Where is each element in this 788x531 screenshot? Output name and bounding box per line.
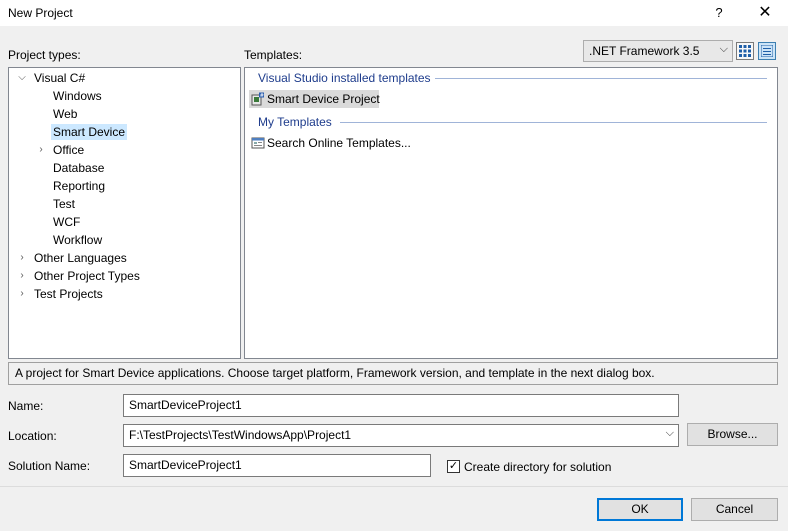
close-button[interactable]: ✕: [752, 1, 778, 25]
cancel-button[interactable]: Cancel: [691, 498, 778, 521]
chevron-down-icon[interactable]: ⌵: [666, 427, 674, 440]
small-icons-view-button[interactable]: [758, 42, 776, 60]
framework-select[interactable]: .NET Framework 3.5 ⌵: [583, 40, 733, 62]
tree-item-workflow[interactable]: Workflow: [53, 232, 102, 248]
large-icons-icon: [739, 45, 751, 57]
create-directory-checkbox[interactable]: ✓: [447, 460, 460, 473]
project-types-label: Project types:: [8, 48, 81, 62]
smart-device-project-icon: #: [251, 92, 264, 106]
window-title: New Project: [8, 6, 73, 20]
tree-item-test-projects[interactable]: Test Projects: [34, 286, 103, 302]
tree-item-office[interactable]: Office: [53, 142, 84, 158]
group-divider: [340, 122, 767, 123]
tree-item-windows[interactable]: Windows: [53, 88, 102, 104]
list-view-icon: [761, 45, 773, 57]
tree-item-smart-device[interactable]: Smart Device: [51, 124, 128, 140]
tree-item-other-project-types[interactable]: Other Project Types: [34, 268, 140, 284]
group-heading-my-templates: My Templates: [258, 115, 332, 129]
svg-text:#: #: [260, 93, 264, 99]
chevron-right-icon[interactable]: ›: [36, 142, 46, 158]
chevron-right-icon[interactable]: ›: [17, 250, 27, 266]
large-icons-view-button[interactable]: [736, 42, 754, 60]
ok-button[interactable]: OK: [597, 498, 683, 521]
location-value: F:\TestProjects\TestWindowsApp\Project1: [129, 428, 352, 442]
chevron-down-icon: ⌵: [719, 43, 728, 55]
solution-name-input[interactable]: SmartDeviceProject1: [123, 454, 431, 477]
tree-item-visual-c[interactable]: Visual C#: [34, 70, 85, 86]
group-heading-installed: Visual Studio installed templates: [258, 71, 431, 85]
location-label: Location:: [8, 429, 57, 443]
template-item-label: Search Online Templates...: [267, 136, 411, 150]
template-description: A project for Smart Device applications.…: [8, 362, 778, 385]
name-label: Name:: [8, 399, 44, 413]
solution-name-label: Solution Name:: [8, 459, 91, 473]
title-bar: New Project ? ✕: [0, 0, 788, 26]
template-item-label: Smart Device Project: [267, 92, 380, 106]
framework-select-value: .NET Framework 3.5: [589, 44, 700, 58]
template-item-search-online[interactable]: Search Online Templates...: [249, 134, 419, 152]
help-button[interactable]: ?: [708, 2, 730, 24]
templates-list[interactable]: Visual Studio installed templates # Smar…: [244, 67, 778, 359]
chevron-down-icon[interactable]: ⌵: [17, 70, 27, 86]
tree-item-test[interactable]: Test: [53, 196, 75, 212]
location-combobox[interactable]: F:\TestProjects\TestWindowsApp\Project1 …: [123, 424, 679, 447]
project-types-tree[interactable]: ⌵ Visual C# Windows Web Smart Device › Office D…: [8, 67, 241, 359]
tree-item-web[interactable]: Web: [53, 106, 77, 122]
search-online-templates-icon: [251, 137, 265, 149]
tree-item-other-languages[interactable]: Other Languages: [34, 250, 127, 266]
group-divider: [435, 78, 767, 79]
tree-item-reporting[interactable]: Reporting: [53, 178, 105, 194]
create-directory-label[interactable]: Create directory for solution: [464, 460, 611, 474]
tree-item-wcf[interactable]: WCF: [53, 214, 80, 230]
footer-divider: [0, 486, 788, 487]
name-input[interactable]: SmartDeviceProject1: [123, 394, 679, 417]
templates-label: Templates:: [244, 48, 303, 62]
template-item-smart-device-project[interactable]: # Smart Device Project: [249, 90, 380, 108]
chevron-right-icon[interactable]: ›: [17, 286, 27, 302]
tree-item-database[interactable]: Database: [53, 160, 104, 176]
chevron-right-icon[interactable]: ›: [17, 268, 27, 284]
browse-button[interactable]: Browse...: [687, 423, 778, 446]
